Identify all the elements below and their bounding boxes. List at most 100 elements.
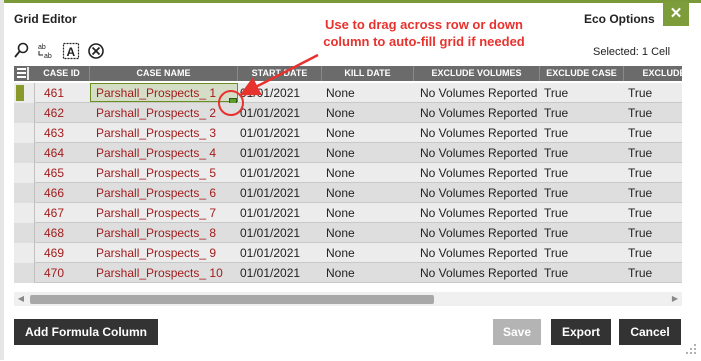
cell-exclude-c[interactable]: True	[624, 103, 682, 123]
cell-start-date[interactable]: 01/01/2021	[238, 163, 322, 183]
column-header-kill-date[interactable]: KILL DATE	[322, 66, 414, 81]
cell-case-name[interactable]: Parshall_Prospects_ 7	[90, 203, 238, 223]
cell-exclude-c[interactable]: True	[624, 203, 682, 223]
cell-exclude-case[interactable]: True	[540, 243, 624, 263]
table-row[interactable]: 466 Parshall_Prospects_ 6 01/01/2021 None No…	[14, 183, 682, 203]
column-header-start-date[interactable]: START DATE	[238, 66, 322, 81]
cell-exclude-c[interactable]: True	[624, 123, 682, 143]
cell-exclude-c[interactable]: True	[624, 243, 682, 263]
cell-case-name[interactable]: Parshall_Prospects_ 5	[90, 163, 238, 183]
cell-case-id[interactable]: 466	[34, 183, 90, 203]
cell-kill-date[interactable]: None	[322, 243, 414, 263]
scrollbar-thumb[interactable]	[30, 295, 434, 304]
save-button[interactable]: Save	[493, 319, 541, 345]
cell-kill-date[interactable]: None	[322, 163, 414, 183]
scroll-left-arrow-icon[interactable]: ◀	[16, 294, 26, 304]
cell-case-id[interactable]: 464	[34, 143, 90, 163]
cell-exclude-case[interactable]: True	[540, 103, 624, 123]
table-row[interactable]: 461 Parshall_Prospects_ 1 01/01/2021 None No…	[14, 83, 682, 106]
cell-exclude-volumes[interactable]: No Volumes Reported	[414, 143, 540, 163]
column-settings-icon[interactable]	[16, 67, 30, 80]
cell-case-id[interactable]: 467	[34, 203, 90, 223]
search-icon[interactable]	[14, 42, 30, 60]
cell-exclude-c[interactable]: True	[624, 83, 682, 103]
cell-case-id[interactable]: 463	[34, 123, 90, 143]
cell-kill-date[interactable]: None	[322, 123, 414, 143]
cell-case-id[interactable]: 462	[34, 103, 90, 123]
cell-exclude-volumes[interactable]: No Volumes Reported	[414, 223, 540, 243]
cell-exclude-volumes[interactable]: No Volumes Reported	[414, 103, 540, 123]
column-header-exclude-c[interactable]: EXCLUDE C	[624, 66, 682, 81]
resize-grip-icon[interactable]	[682, 340, 698, 356]
cell-exclude-case[interactable]: True	[540, 183, 624, 203]
cell-case-name[interactable]: Parshall_Prospects_ 9	[90, 243, 238, 263]
scroll-right-arrow-icon[interactable]: ▶	[670, 294, 680, 304]
cell-exclude-volumes[interactable]: No Volumes Reported	[414, 243, 540, 263]
cancel-button[interactable]: Cancel	[619, 319, 681, 345]
table-row[interactable]: 465 Parshall_Prospects_ 5 01/01/2021 None No…	[14, 163, 682, 183]
cell-case-id[interactable]: 470	[34, 263, 90, 283]
cell-exclude-case[interactable]: True	[540, 163, 624, 183]
table-row[interactable]: 464 Parshall_Prospects_ 4 01/01/2021 None No…	[14, 143, 682, 163]
cell-exclude-case[interactable]: True	[540, 263, 624, 283]
cell-case-id[interactable]: 465	[34, 163, 90, 183]
cell-case-id[interactable]: 461	[34, 83, 90, 103]
add-formula-column-button[interactable]: Add Formula Column	[14, 319, 158, 345]
table-row[interactable]: 468 Parshall_Prospects_ 8 01/01/2021 None No…	[14, 223, 682, 243]
cell-exclude-case[interactable]: True	[540, 203, 624, 223]
cell-exclude-case[interactable]: True	[540, 223, 624, 243]
cell-case-name[interactable]: Parshall_Prospects_ 3	[90, 123, 238, 143]
close-button[interactable]: ✕	[663, 2, 689, 26]
eco-options-menu[interactable]: Eco Options	[584, 12, 655, 26]
cell-start-date[interactable]: 01/01/2021	[238, 223, 322, 243]
cell-kill-date[interactable]: None	[322, 203, 414, 223]
cell-kill-date[interactable]: None	[322, 103, 414, 123]
cell-start-date[interactable]: 01/01/2021	[238, 263, 322, 283]
cell-start-date[interactable]: 01/01/2021	[238, 243, 322, 263]
cell-exclude-c[interactable]: True	[624, 263, 682, 283]
table-row[interactable]: 467 Parshall_Prospects_ 7 01/01/2021 None No…	[14, 203, 682, 223]
find-replace-icon[interactable]: ab ab	[36, 42, 56, 60]
clear-icon[interactable]	[87, 42, 105, 60]
cell-start-date[interactable]: 01/01/2021	[238, 123, 322, 143]
cell-case-name[interactable]: Parshall_Prospects_ 1	[90, 83, 238, 103]
cell-kill-date[interactable]: None	[322, 263, 414, 283]
cell-case-name[interactable]: Parshall_Prospects_ 6	[90, 183, 238, 203]
cell-case-id[interactable]: 468	[34, 223, 90, 243]
cell-kill-date[interactable]: None	[322, 183, 414, 203]
table-row[interactable]: 463 Parshall_Prospects_ 3 01/01/2021 None No…	[14, 123, 682, 143]
column-header-case-id[interactable]: CASE ID	[34, 66, 90, 81]
cell-start-date[interactable]: 01/01/2021	[238, 183, 322, 203]
cell-exclude-case[interactable]: True	[540, 123, 624, 143]
cell-case-name[interactable]: Parshall_Prospects_ 4	[90, 143, 238, 163]
cell-exclude-c[interactable]: True	[624, 183, 682, 203]
cell-exclude-case[interactable]: True	[540, 83, 624, 103]
cell-kill-date[interactable]: None	[322, 223, 414, 243]
cell-exclude-c[interactable]: True	[624, 223, 682, 243]
cell-exclude-volumes[interactable]: No Volumes Reported	[414, 123, 540, 143]
cell-case-name[interactable]: Parshall_Prospects_ 2	[90, 103, 238, 123]
column-header-case-name[interactable]: CASE NAME	[90, 66, 238, 81]
table-row[interactable]: 470 Parshall_Prospects_ 10 01/01/2021 None N…	[14, 263, 682, 283]
table-row[interactable]: 469 Parshall_Prospects_ 9 01/01/2021 None No…	[14, 243, 682, 263]
cell-kill-date[interactable]: None	[322, 83, 414, 103]
cell-start-date[interactable]: 01/01/2021	[238, 203, 322, 223]
cell-exclude-volumes[interactable]: No Volumes Reported	[414, 83, 540, 103]
text-format-icon[interactable]: A	[62, 42, 80, 60]
cell-case-name[interactable]: Parshall_Prospects_ 10	[90, 263, 238, 283]
column-header-exclude-volumes[interactable]: EXCLUDE VOLUMES	[414, 66, 540, 81]
cell-exclude-volumes[interactable]: No Volumes Reported	[414, 203, 540, 223]
cell-case-id[interactable]: 469	[34, 243, 90, 263]
cell-kill-date[interactable]: None	[322, 143, 414, 163]
cell-start-date[interactable]: 01/01/2021	[238, 103, 322, 123]
cell-exclude-volumes[interactable]: No Volumes Reported	[414, 163, 540, 183]
cell-exclude-volumes[interactable]: No Volumes Reported	[414, 263, 540, 283]
cell-exclude-c[interactable]: True	[624, 163, 682, 183]
cell-exclude-case[interactable]: True	[540, 143, 624, 163]
table-row[interactable]: 462 Parshall_Prospects_ 2 01/01/2021 None No…	[14, 103, 682, 123]
cell-exclude-volumes[interactable]: No Volumes Reported	[414, 183, 540, 203]
cell-start-date[interactable]: 01/01/2021	[238, 83, 322, 103]
export-button[interactable]: Export	[551, 319, 611, 345]
column-header-exclude-case[interactable]: EXCLUDE CASE	[540, 66, 624, 81]
cell-exclude-c[interactable]: True	[624, 143, 682, 163]
